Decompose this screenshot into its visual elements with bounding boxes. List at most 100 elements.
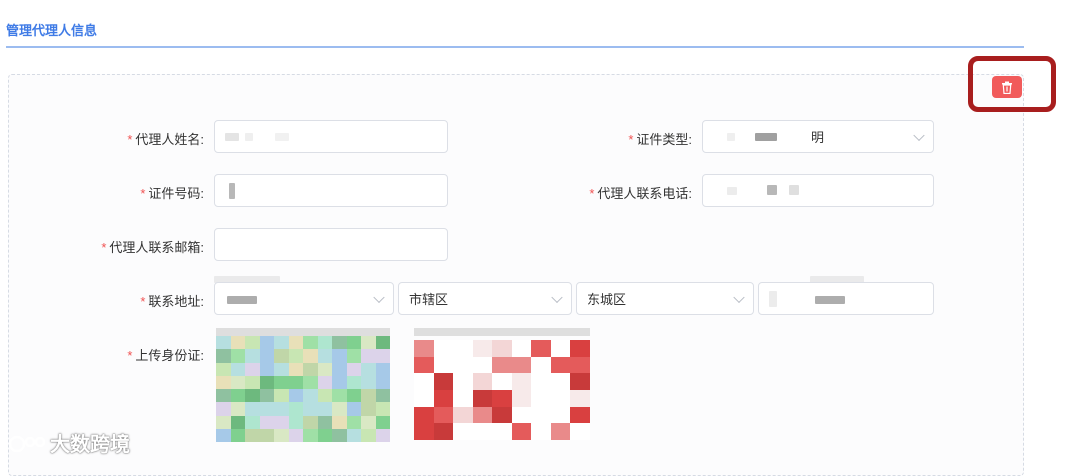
chevron-down-icon — [373, 291, 385, 303]
id-type-select[interactable]: 明 — [702, 120, 934, 153]
city-select[interactable]: 市辖区 — [398, 282, 572, 315]
redacted-pixel — [216, 415, 231, 429]
redacted-pixel — [550, 423, 571, 440]
redacted-pixel — [274, 389, 289, 403]
redacted-pixel — [361, 349, 376, 363]
redacted-pixel — [274, 362, 289, 376]
redacted-pixel — [245, 428, 260, 442]
redacted-pixel — [346, 375, 361, 389]
redacted-pixel — [346, 402, 361, 416]
redacted-pixel — [550, 373, 571, 390]
province-select[interactable] — [214, 282, 394, 315]
redacted-pixel — [332, 389, 347, 403]
redacted-pixel — [550, 406, 571, 424]
id-card-back-image[interactable] — [414, 340, 590, 440]
chevron-down-icon — [551, 291, 563, 303]
redacted-pixel — [346, 362, 361, 376]
redacted-pixel — [216, 336, 231, 350]
required-mark: * — [140, 294, 146, 309]
redacted-pixel — [230, 362, 245, 376]
redacted-pixel — [346, 349, 361, 363]
required-mark: * — [101, 240, 107, 255]
redacted-pixel — [259, 349, 274, 363]
address-label: * 联系地址: — [100, 291, 204, 310]
redacted-pixel — [274, 336, 289, 350]
redacted-pixel — [414, 373, 434, 390]
redacted-pixel — [472, 340, 493, 357]
redacted-pixel — [472, 356, 493, 374]
trash-icon — [1002, 81, 1012, 94]
district-select[interactable]: 东城区 — [576, 282, 754, 315]
redacted-pixel — [245, 362, 260, 376]
redacted-pixel — [361, 402, 376, 416]
redacted-pixel — [288, 402, 303, 416]
redacted-pixel — [317, 402, 332, 416]
redacted-pixel — [433, 423, 454, 440]
redacted-pixel — [361, 415, 376, 429]
redacted-pixel — [230, 349, 245, 363]
redacted-pixel — [570, 373, 590, 390]
redacted-pixel — [332, 349, 347, 363]
redacted-pixel — [531, 423, 551, 440]
redacted-pixel — [230, 415, 245, 429]
redacted-pixel — [259, 362, 274, 376]
required-mark: * — [127, 348, 133, 363]
redacted-pixel — [259, 336, 274, 350]
redacted-pixel — [245, 336, 260, 350]
watermark-logo-icon — [8, 435, 46, 452]
agent-phone-input[interactable] — [702, 174, 934, 207]
id-card-front-image[interactable] — [216, 336, 390, 442]
redacted-pixel — [216, 375, 231, 389]
redacted-pixel — [346, 415, 361, 429]
redacted-pixel — [230, 375, 245, 389]
redacted-pixel — [288, 349, 303, 363]
redacted-pixel — [303, 415, 318, 429]
redacted-pixel — [472, 389, 493, 407]
redacted-pixel — [332, 362, 347, 376]
redacted-pixel — [511, 340, 532, 357]
redacted-pixel — [317, 389, 332, 403]
redacted-pixel — [317, 415, 332, 429]
redacted-pixel — [361, 428, 376, 442]
redacted-pixel — [531, 389, 551, 407]
redacted-pixel — [245, 402, 260, 416]
redacted-pixel — [346, 336, 361, 350]
redacted-pixel — [274, 428, 289, 442]
redacted-pixel — [472, 373, 493, 390]
redacted-pixel — [303, 428, 318, 442]
id-number-input[interactable] — [214, 174, 448, 207]
agent-phone-label: * 代理人联系电话: — [560, 183, 692, 202]
redacted-pixel — [492, 340, 512, 357]
redacted-pixel — [433, 373, 454, 390]
redacted-pixel — [453, 423, 473, 440]
redacted-pixel — [511, 423, 532, 440]
agent-name-input[interactable] — [214, 120, 448, 153]
redacted-pixel — [492, 406, 512, 424]
redacted-pixel — [274, 375, 289, 389]
redacted-pixel — [492, 356, 512, 374]
redacted-pixel — [303, 402, 318, 416]
address-detail-input[interactable] — [758, 282, 934, 315]
redacted-pixel — [216, 349, 231, 363]
delete-agent-button[interactable] — [992, 76, 1022, 98]
required-mark: * — [140, 186, 146, 201]
redacted-pixel — [375, 362, 390, 376]
redacted-pixel — [511, 373, 532, 390]
redacted-pixel — [492, 373, 512, 390]
redacted-pixel — [414, 389, 434, 407]
redacted-pixel — [303, 362, 318, 376]
redacted-pixel — [531, 340, 551, 357]
chevron-down-icon — [913, 129, 925, 141]
required-mark: * — [589, 186, 595, 201]
redacted-pixel — [531, 406, 551, 424]
redacted-pixel — [216, 428, 231, 442]
redacted-pixel — [317, 336, 332, 350]
id-number-label: * 证件号码: — [100, 183, 204, 202]
redacted-pixel — [361, 336, 376, 350]
redacted-pixel — [531, 373, 551, 390]
id-upload-label-text: 上传身份证: — [135, 348, 204, 363]
redacted-pixel — [550, 340, 571, 357]
redacted-pixel — [288, 375, 303, 389]
redacted-pixel — [288, 428, 303, 442]
agent-email-input[interactable] — [214, 228, 448, 261]
